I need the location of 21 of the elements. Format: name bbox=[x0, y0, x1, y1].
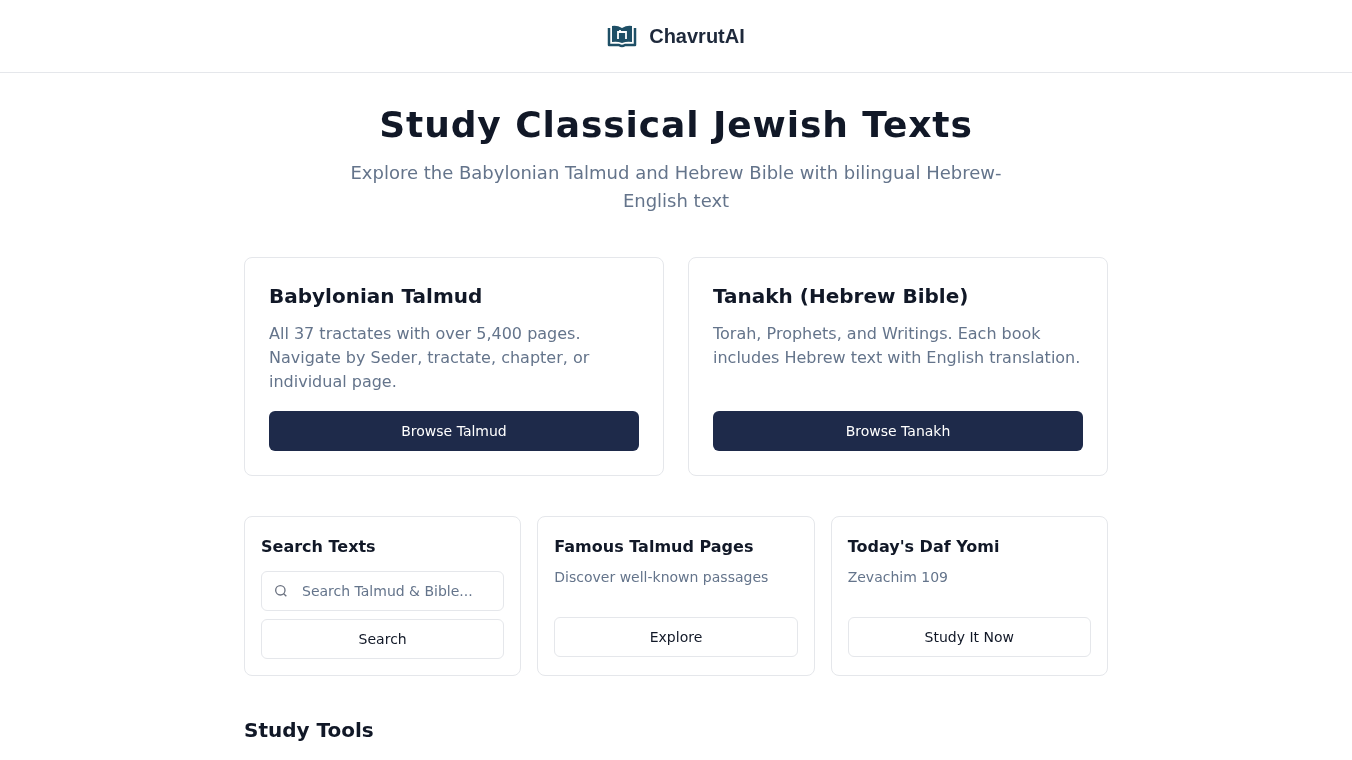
card-description: Zevachim 109 bbox=[847, 568, 949, 587]
card-description: Torah, Prophets, and Writings. Each book includes Hebrew text with English translation. bbox=[713, 323, 1082, 369]
browse-button[interactable]: Browse Talmud bbox=[269, 411, 639, 451]
card-description: All 37 tractates with over 5,400 pages. Navigate by Seder, tractate, chapter, or individual page. bbox=[269, 323, 591, 393]
page-title: Study Classical Jewish Texts bbox=[378, 103, 974, 147]
page-subtitle: Explore the Babylonian Talmud and Hebrew Bible with bilingual Hebrew-English text bbox=[349, 161, 1003, 213]
card-button[interactable]: Search bbox=[261, 619, 505, 659]
browse-button[interactable]: Browse Tanakh bbox=[713, 411, 1083, 451]
search-icon bbox=[273, 583, 289, 599]
section-title: Study Tools bbox=[244, 717, 375, 744]
card-button[interactable]: Study It Now bbox=[847, 617, 1091, 657]
brand-name[interactable]: ChavrutAI bbox=[649, 21, 745, 51]
card-title: Famous Talmud Pages bbox=[554, 536, 755, 558]
card-button[interactable]: Explore bbox=[554, 617, 798, 657]
card-title: Babylonian Talmud bbox=[269, 283, 484, 310]
card-title: Search Texts bbox=[261, 536, 377, 558]
card-description: Discover well-known passages bbox=[554, 568, 770, 587]
card-title: Today's Daf Yomi bbox=[847, 536, 1001, 558]
book-logo-icon bbox=[607, 24, 638, 48]
search-field[interactable]: Search Talmud & Bible... bbox=[261, 571, 505, 611]
card-title: Tanakh (Hebrew Bible) bbox=[713, 283, 970, 310]
